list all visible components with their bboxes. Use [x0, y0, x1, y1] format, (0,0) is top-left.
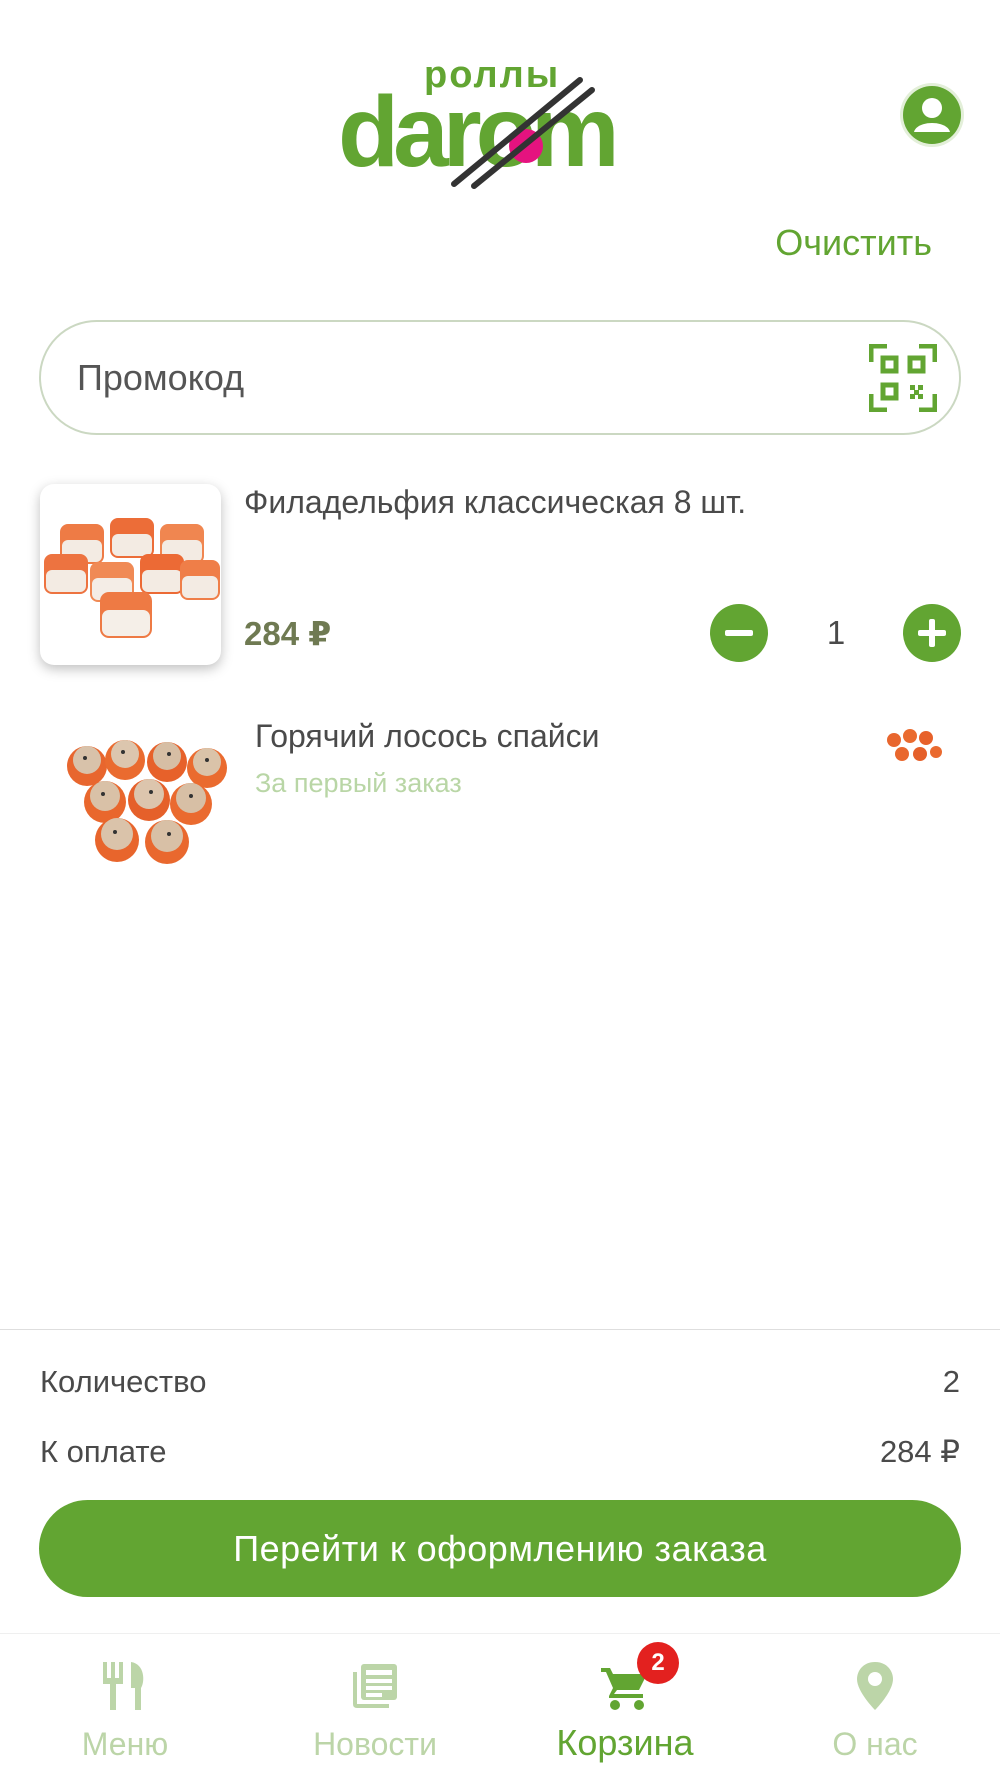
clear-cart-button[interactable]: Очистить	[775, 222, 932, 264]
total-label: К оплате	[40, 1434, 167, 1469]
nav-label-menu: Меню	[81, 1726, 169, 1762]
gift-item-note: За первый заказ	[255, 768, 462, 798]
cart-item-quantity: 1	[826, 614, 846, 651]
cart-item-name: Филадельфия классическая 8 шт.	[244, 484, 747, 520]
increase-quantity-button[interactable]	[903, 604, 961, 662]
nav-item-menu[interactable]: Меню	[0, 1634, 250, 1778]
fork-knife-icon	[103, 1662, 144, 1710]
decrease-quantity-button[interactable]	[710, 604, 768, 662]
chopsticks-icon	[451, 77, 595, 189]
nav-label-about: О нас	[832, 1726, 918, 1762]
checkout-button[interactable]: Перейти к оформлению заказа	[39, 1500, 961, 1597]
summary-divider	[0, 1329, 1000, 1330]
quantity-label: Количество	[40, 1364, 207, 1399]
nav-item-cart[interactable]: Корзина	[500, 1634, 750, 1778]
promo-code-input[interactable]	[77, 322, 857, 433]
cart-item-price: 284 ₽	[244, 615, 332, 652]
nav-label-news: Новости	[313, 1726, 437, 1762]
gift-product-image	[57, 716, 237, 896]
gift-thumbnail	[880, 722, 946, 772]
product-image	[40, 484, 221, 665]
nav-item-about[interactable]: О нас	[750, 1634, 1000, 1778]
nav-label-cart: Корзина	[556, 1722, 694, 1763]
profile-avatar-icon[interactable]	[903, 86, 961, 144]
cart-count-badge: 2	[637, 1642, 679, 1684]
news-icon	[353, 1664, 397, 1708]
gift-item-name: Горячий лосось спайси	[255, 718, 600, 754]
bottom-nav: Меню Новости Корзина О нас	[0, 1633, 1000, 1778]
quantity-value: 2	[942, 1364, 960, 1399]
roll-pieces	[44, 518, 220, 638]
qr-scan-icon[interactable]	[869, 344, 937, 412]
promo-code-field	[39, 320, 961, 435]
location-pin-icon	[857, 1662, 893, 1710]
nav-item-news[interactable]: Новости	[250, 1634, 500, 1778]
total-value: 284 ₽	[879, 1434, 960, 1469]
logo: роллы darom	[336, 54, 666, 190]
